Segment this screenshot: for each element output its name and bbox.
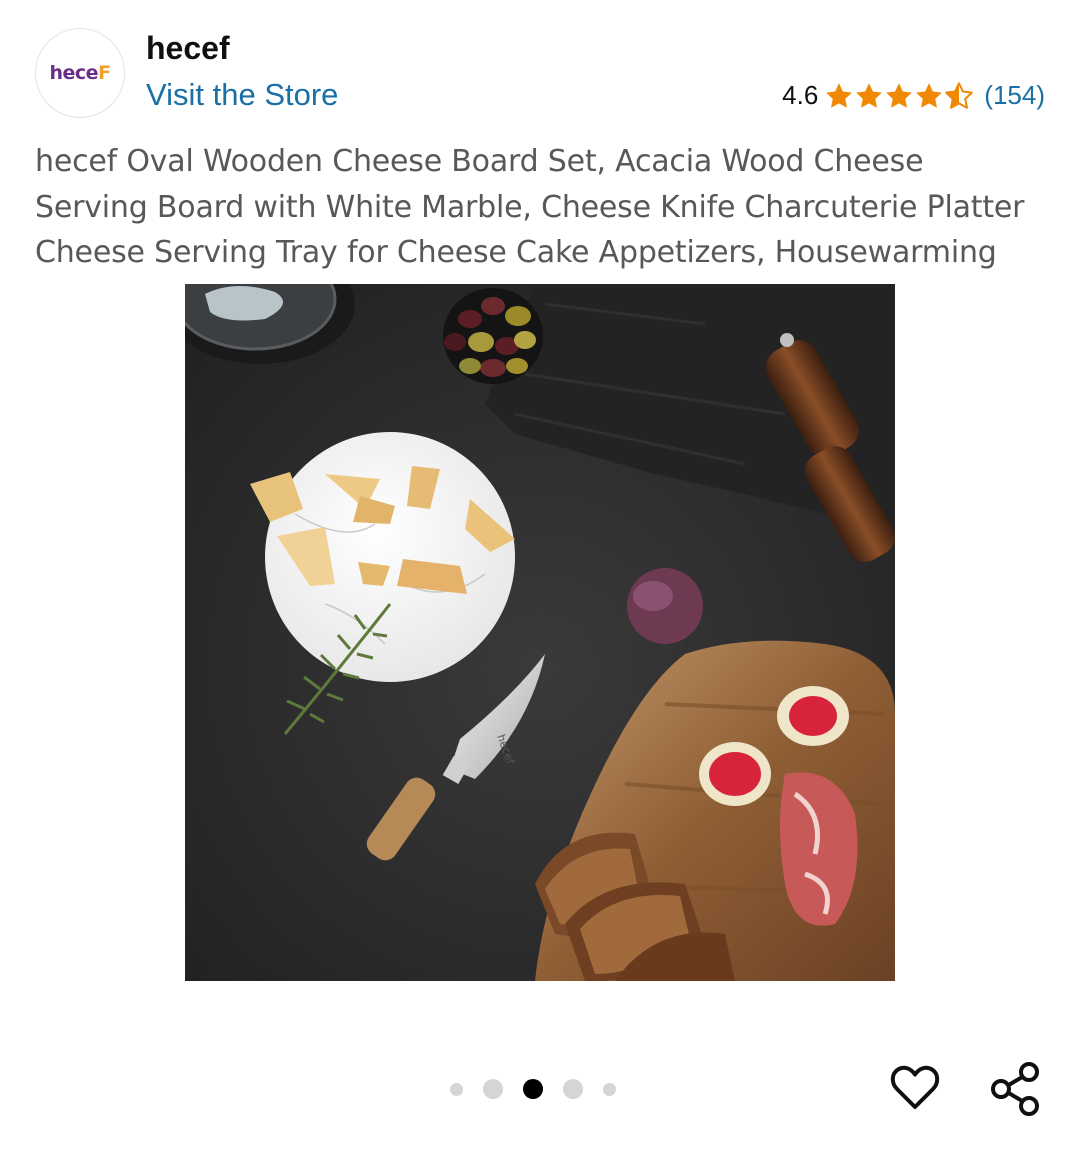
visit-store-link[interactable]: Visit the Store <box>146 77 338 113</box>
star-icon <box>916 82 943 108</box>
product-image[interactable]: hecef <box>185 284 895 981</box>
star-icon <box>826 82 853 108</box>
star-icon <box>856 82 883 108</box>
brand-logo-text: heceF <box>49 62 111 84</box>
brand-name: hecef <box>146 30 230 66</box>
product-title: hecef Oval Wooden Cheese Board Set, Acac… <box>35 144 1025 270</box>
brand-logo[interactable]: heceF <box>35 28 125 118</box>
favorite-button[interactable] <box>888 1060 942 1114</box>
carousel-dot[interactable] <box>450 1082 463 1096</box>
rating-summary[interactable]: 4.6 (154) <box>782 80 1045 111</box>
share-button[interactable] <box>988 1060 1044 1118</box>
carousel-dot[interactable] <box>483 1079 503 1099</box>
image-carousel-dots[interactable] <box>450 1078 636 1100</box>
heart-icon <box>890 1065 940 1109</box>
star-icon <box>886 82 913 108</box>
carousel-dot[interactable] <box>603 1082 616 1096</box>
rating-count-link[interactable]: (154) <box>984 80 1045 111</box>
rating-value: 4.6 <box>782 80 819 110</box>
star-rating <box>824 81 974 111</box>
product-header: heceF hecef Visit the Store 4.6 (154) <box>0 0 1080 130</box>
star-half-icon <box>945 81 974 109</box>
share-icon <box>991 1062 1039 1116</box>
carousel-dot[interactable] <box>563 1079 583 1099</box>
product-photo: hecef <box>185 284 895 981</box>
carousel-dot-active[interactable] <box>523 1079 543 1099</box>
